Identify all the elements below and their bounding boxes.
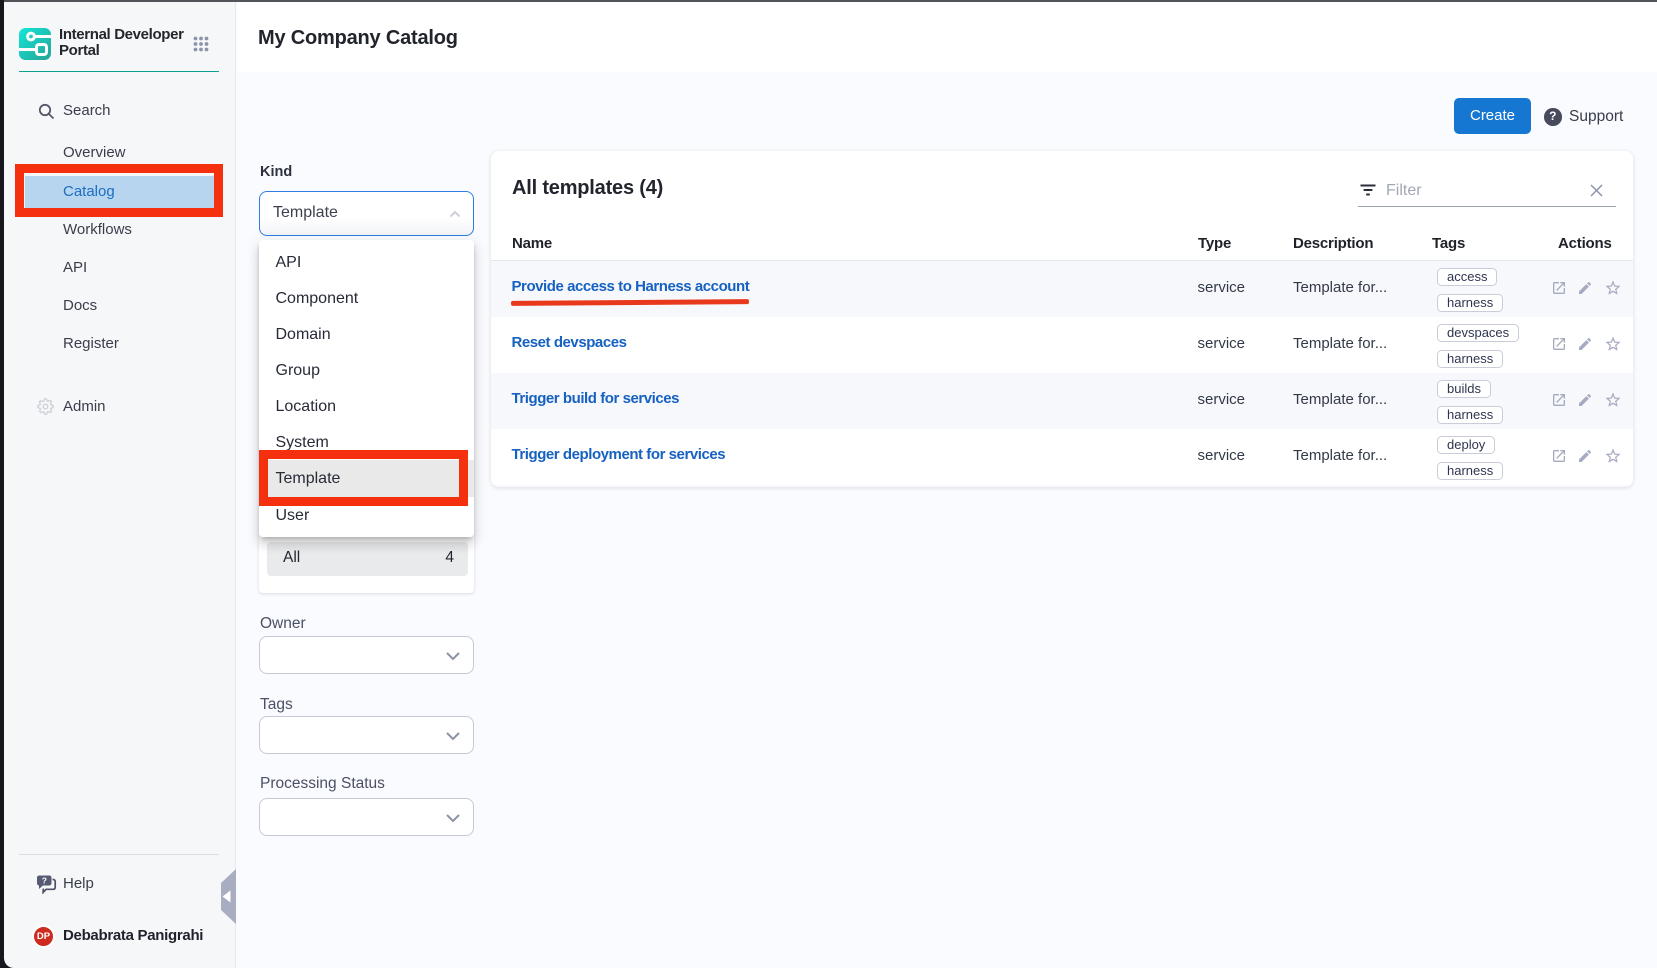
svg-text:?: ? bbox=[42, 876, 47, 886]
